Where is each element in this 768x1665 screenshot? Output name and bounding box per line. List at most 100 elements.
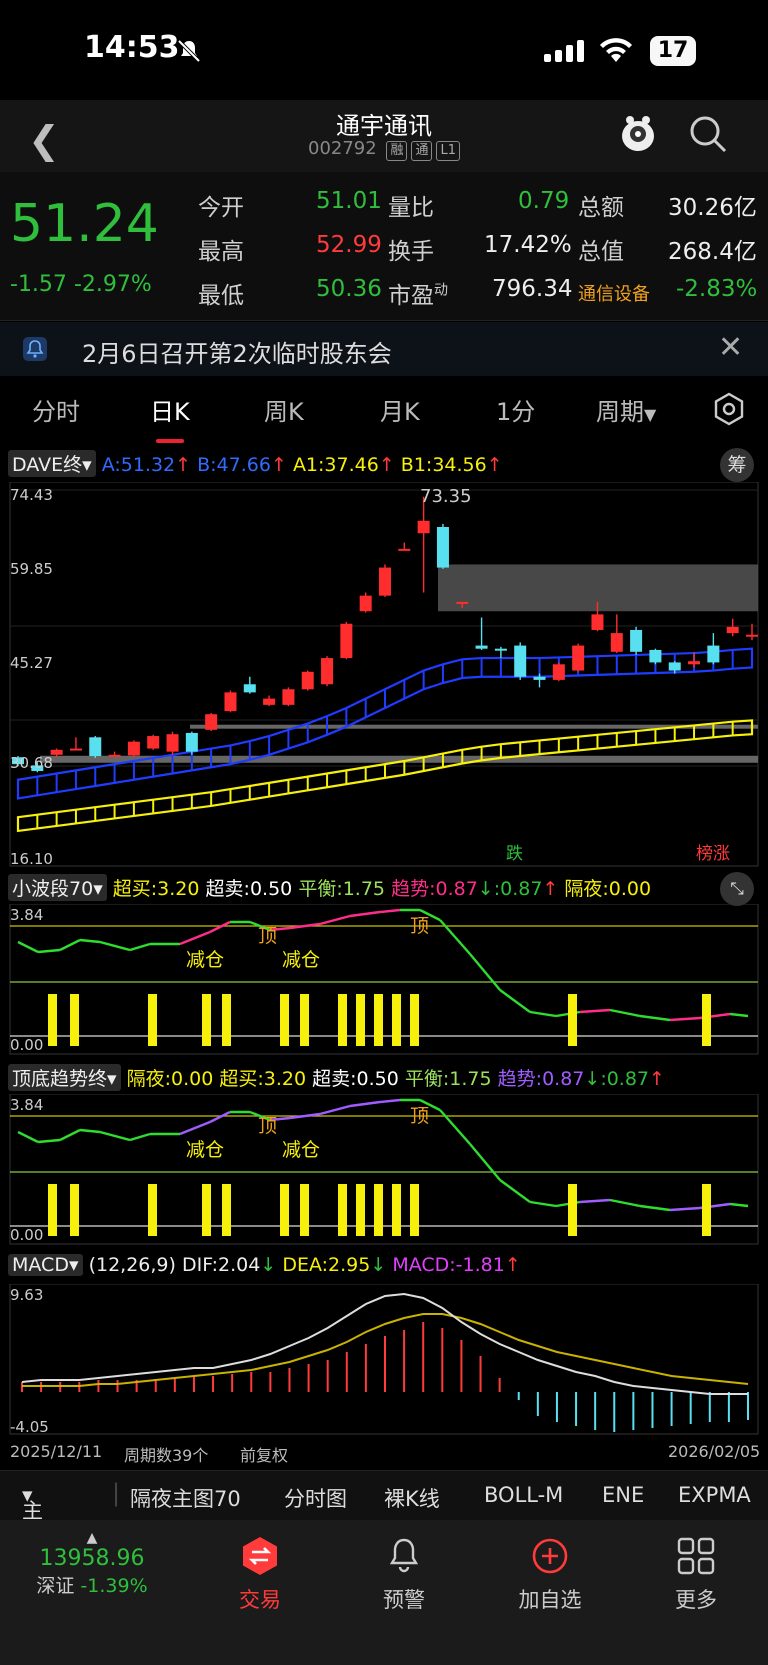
settings-icon[interactable]: [712, 392, 746, 426]
battery-level: 17: [650, 36, 696, 66]
trend-line-seg: [37, 948, 61, 954]
trend-line-seg: [529, 1010, 557, 1018]
ind2-select[interactable]: 顶底趋势终▾: [8, 1064, 121, 1091]
signal-bar: [374, 1184, 383, 1236]
signal-bar: [374, 994, 383, 1046]
trend-line-seg: [529, 1200, 557, 1208]
ind2-pingheng: 平衡:1.75: [404, 1068, 492, 1090]
clock: 14:53: [84, 30, 180, 65]
main-indicator-header: DAVE终▾ A:51.32↑ B:47.66↑ A1:37.46↑ B1:34…: [8, 450, 503, 477]
add-circle-icon: [532, 1538, 568, 1574]
search-icon[interactable]: [688, 114, 728, 154]
signal-bar: [356, 994, 365, 1046]
macd-select[interactable]: MACD▾: [8, 1254, 83, 1276]
wifi-icon: [600, 38, 632, 62]
tab-1min[interactable]: 1分: [496, 392, 535, 427]
index-quote[interactable]: ▲ 13958.96 深证 -1.39%: [22, 1530, 162, 1598]
ind2-header: 顶底趋势终▾ 隔夜:0.00 超买:3.20 超卖:0.50 平衡:1.75 趋…: [8, 1064, 665, 1091]
signal-bar: [280, 1184, 289, 1236]
mode-expma[interactable]: EXPMA: [678, 1483, 751, 1507]
trend-line-seg: [609, 1008, 641, 1018]
label-volume-ratio: 量比: [388, 195, 434, 221]
trend-line-seg: [669, 1206, 701, 1212]
candle-body: [340, 623, 353, 659]
mode-boll[interactable]: BOLL-M: [484, 1483, 563, 1507]
signal-label-0: 顶: [258, 925, 277, 947]
macd-dif: DIF:2.04: [181, 1254, 261, 1276]
label-market-cap: 总值: [578, 239, 624, 265]
signal-bar: [202, 994, 211, 1046]
trend-line-seg: [99, 1130, 131, 1142]
trend-line-seg: [379, 908, 401, 914]
dave-a1: A1:37.46: [292, 454, 379, 476]
candle-body: [533, 676, 546, 680]
candle-body: [552, 664, 565, 680]
candle-body: [359, 595, 372, 612]
y-top-label: 3.84: [10, 906, 43, 924]
assistant-mascot-icon[interactable]: [616, 112, 660, 156]
macd-header: MACD▾ (12,26,9) DIF:2.04↓ DEA:2.95↓ MACD…: [8, 1254, 521, 1276]
main-chart-select[interactable]: 主图 ▾: [22, 1483, 43, 1553]
main-indicator-select[interactable]: DAVE终▾: [8, 450, 96, 477]
candle-body: [301, 671, 314, 690]
ind1-select[interactable]: 小波段70▾: [8, 874, 107, 901]
label-open: 今开: [198, 195, 244, 221]
trend-line-seg: [469, 1143, 501, 1181]
signal-bar: [70, 1184, 79, 1236]
candle-body: [572, 645, 585, 671]
mode-naked-k[interactable]: 裸K线: [384, 1483, 440, 1513]
sector-name[interactable]: 通信设备: [578, 280, 650, 306]
candlestick-chart[interactable]: 74.43 59.85 45.27 30.68 16.10 73.35 跌 榜涨: [0, 482, 768, 870]
ind1-header: 小波段70▾ 超买:3.20 超卖:0.50 平衡:1.75 趋势:0.87↓:…: [8, 874, 651, 901]
close-icon[interactable]: ✕: [718, 330, 743, 365]
last-price: 51.24: [10, 194, 159, 254]
nav-add-watchlist[interactable]: 加自选: [490, 1534, 610, 1614]
notice-bell-icon: [23, 337, 47, 361]
cellular-signal-icon: [544, 40, 584, 62]
candle-body: [108, 754, 121, 757]
mode-ene[interactable]: ENE: [602, 1483, 644, 1507]
tab-monthly[interactable]: 月K: [380, 392, 420, 427]
trade-icon: [243, 1537, 277, 1575]
signal-bar: [338, 994, 347, 1046]
signal-label-0: 顶: [258, 1115, 277, 1137]
value-high: 52.99: [316, 232, 382, 258]
price-change: -1.57 -2.97%: [10, 272, 152, 297]
candle-body: [69, 748, 82, 751]
notice-bar[interactable]: 2月6日召开第2次临时股东会 ✕: [0, 322, 768, 376]
tab-daily[interactable]: 日K: [150, 392, 190, 443]
ind2-chaomai2: 超卖:0.50: [312, 1068, 399, 1090]
trend-line-seg: [439, 1109, 471, 1145]
index-name: 深证: [36, 1575, 75, 1597]
nav-trade[interactable]: 交易: [200, 1534, 320, 1614]
trend-line-seg: [499, 1179, 531, 1203]
value-low: 50.36: [316, 276, 382, 302]
notice-text[interactable]: 2月6日召开第2次临时股东会: [82, 334, 392, 369]
ind1-geye: 隔夜:0.00: [564, 878, 652, 900]
candle-body: [610, 633, 623, 652]
macd-y-bottom: -4.05: [10, 1418, 49, 1436]
candle-body: [514, 645, 527, 677]
bottom-nav: ▲ 13958.96 深证 -1.39% 交易 预警 加自选 更多: [0, 1520, 768, 1665]
chip-distribution-button[interactable]: 筹: [720, 448, 754, 482]
label-pe: 市盈动: [388, 282, 448, 309]
expand-icon[interactable]: ⤡: [720, 872, 754, 906]
chart-footer: 2025/12/11 周期数39个 前复权 2026/02/05: [0, 1440, 768, 1468]
trend-line-seg: [17, 1130, 39, 1144]
nav-more[interactable]: 更多: [636, 1534, 756, 1614]
tab-period-dropdown[interactable]: 周期▼: [596, 392, 656, 427]
tab-weekly[interactable]: 周K: [264, 392, 304, 427]
stock-header: ❮ 通宇通讯 002792 融通 L1: [0, 100, 768, 172]
mode-geye[interactable]: 隔夜主图70: [130, 1483, 241, 1513]
nav-alert[interactable]: 预警: [344, 1534, 464, 1614]
signal-bar: [280, 994, 289, 1046]
trend-line-seg: [319, 1104, 351, 1116]
period-count: 周期数39个: [124, 1446, 209, 1465]
tag-level: L1: [436, 141, 460, 161]
tab-intraday[interactable]: 分时: [32, 392, 80, 427]
mode-fenshi[interactable]: 分时图: [284, 1483, 347, 1513]
trend-line-seg: [729, 1202, 749, 1208]
index-pct: -1.39%: [80, 1575, 148, 1597]
y-bottom-label: 0.00: [10, 1226, 43, 1244]
signal-bar: [392, 994, 401, 1046]
